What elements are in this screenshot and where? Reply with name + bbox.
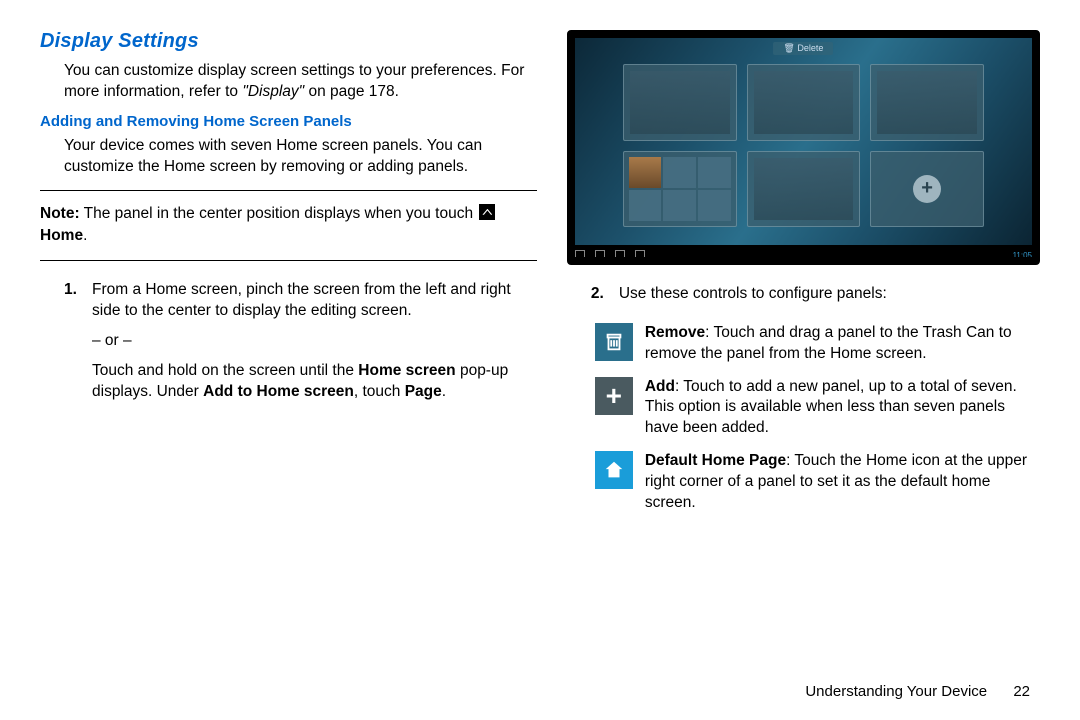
panel-thumb bbox=[747, 151, 861, 228]
divider bbox=[40, 260, 537, 261]
intro-reference: "Display" bbox=[242, 83, 304, 100]
step-1: 1. From a Home screen, pinch the screen … bbox=[64, 279, 537, 411]
step-2-text: Use these controls to configure panels: bbox=[619, 283, 887, 305]
trash-icon bbox=[595, 323, 633, 361]
subsection-heading: Adding and Removing Home Screen Panels bbox=[40, 113, 537, 130]
control-remove: Remove: Touch and drag a panel to the Tr… bbox=[595, 323, 1040, 365]
footer-page-number: 22 bbox=[1013, 683, 1030, 700]
panel-thumb bbox=[623, 64, 737, 141]
add-icon: + bbox=[595, 377, 633, 415]
control-home: Default Home Page: Touch the Home icon a… bbox=[595, 451, 1040, 514]
home-icon bbox=[479, 204, 495, 220]
screenshot-time: 11:05 bbox=[1013, 251, 1032, 260]
plus-icon: + bbox=[913, 175, 941, 203]
control-add: + Add: Touch to add a new panel, up to a… bbox=[595, 377, 1040, 440]
subsection-intro: Your device comes with seven Home screen… bbox=[64, 136, 537, 178]
panel-thumb-active bbox=[623, 151, 737, 228]
step-1-text-b: Touch and hold on the screen until the H… bbox=[92, 360, 537, 403]
step-2: 2. Use these controls to configure panel… bbox=[591, 283, 1040, 313]
screenshot-delete-label: 🗑 Delete bbox=[773, 42, 833, 55]
tablet-screenshot: 🗑 Delete + 11:05 bbox=[567, 30, 1040, 265]
note-lead: Note: bbox=[40, 205, 80, 222]
note-paragraph: Note: The panel in the center position d… bbox=[40, 203, 537, 248]
section-heading: Display Settings bbox=[40, 30, 537, 53]
step-1-or: – or – bbox=[92, 330, 537, 352]
step-number: 2. bbox=[591, 283, 619, 313]
intro-paragraph: You can customize display screen setting… bbox=[64, 61, 537, 103]
footer-section: Understanding Your Device bbox=[805, 683, 987, 700]
intro-tail: on page 178. bbox=[304, 83, 399, 100]
step-1-text-a: From a Home screen, pinch the screen fro… bbox=[92, 279, 537, 322]
divider bbox=[40, 190, 537, 191]
home-page-icon bbox=[595, 451, 633, 489]
step-number: 1. bbox=[64, 279, 92, 411]
note-text: The panel in the center position display… bbox=[80, 205, 478, 222]
panel-add: + bbox=[870, 151, 984, 228]
page-footer: Understanding Your Device 22 bbox=[805, 683, 1030, 700]
panel-thumb bbox=[747, 64, 861, 141]
note-home-label: Home bbox=[40, 227, 83, 244]
screenshot-navbar: 11:05 bbox=[567, 245, 1040, 265]
panel-thumb bbox=[870, 64, 984, 141]
